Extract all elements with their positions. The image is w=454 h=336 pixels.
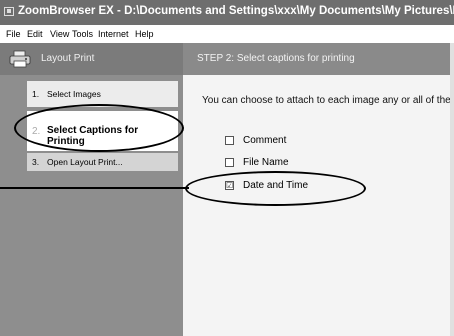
file-name-checkbox[interactable] (225, 158, 234, 167)
file-name-label: File Name (243, 157, 289, 168)
comment-checkbox[interactable] (225, 136, 234, 145)
highlight-oval-step (14, 104, 184, 152)
step-number: 3. (32, 157, 40, 167)
step-label: Select Images (47, 89, 101, 99)
menu-tools[interactable]: Tools (72, 29, 93, 39)
instruction-text: You can choose to attach to each image a… (202, 95, 454, 106)
highlight-oval-date-time (185, 171, 366, 206)
menu-internet[interactable]: Internet (98, 29, 129, 39)
menu-edit[interactable]: Edit (27, 29, 43, 39)
step-header-title: STEP 2: Select captions for printing (197, 53, 355, 64)
step-header: STEP 2: Select captions for printing (183, 43, 454, 75)
menu-bar: File Edit View Tools Internet Help (0, 25, 454, 43)
menu-file[interactable]: File (6, 29, 21, 39)
comment-label: Comment (243, 135, 287, 146)
window-edge (450, 43, 454, 336)
printer-icon (9, 50, 31, 68)
sidebar: Layout Print 1. Select Images 2. Select … (0, 43, 183, 336)
callout-line (0, 187, 189, 189)
step-open-layout-print[interactable]: 3. Open Layout Print... (27, 153, 178, 171)
sidebar-header: Layout Print (0, 43, 183, 75)
sidebar-header-label: Layout Print (41, 53, 95, 64)
menu-view[interactable]: View (50, 29, 69, 39)
step-label: Open Layout Print... (47, 157, 123, 167)
app-icon (4, 7, 14, 16)
title-bar: ZoomBrowser EX - D:\Documents and Settin… (0, 0, 454, 25)
menu-help[interactable]: Help (135, 29, 154, 39)
window-title: ZoomBrowser EX - D:\Documents and Settin… (18, 5, 454, 17)
step-number: 1. (32, 89, 40, 99)
